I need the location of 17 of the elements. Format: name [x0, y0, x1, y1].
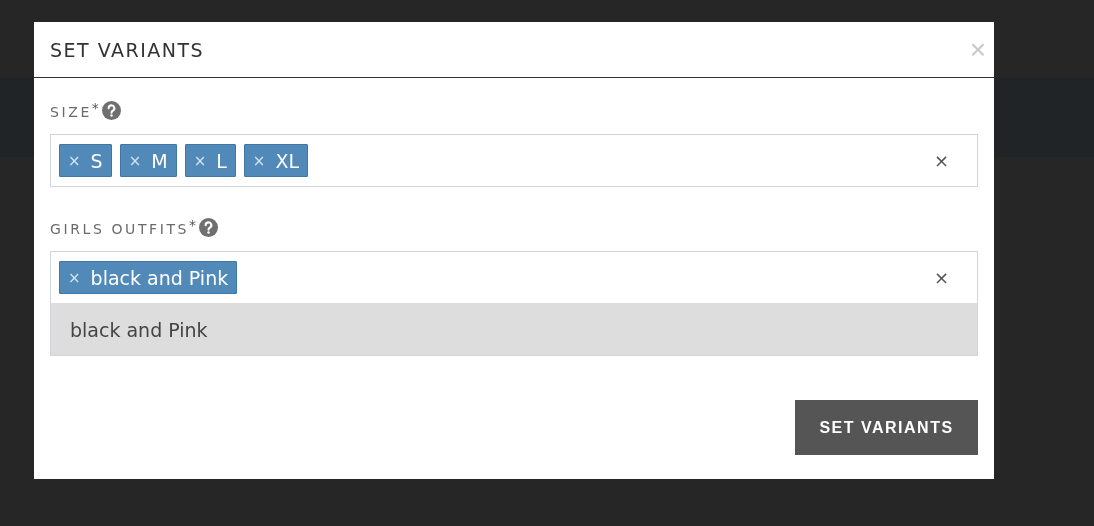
tag-label: L: [216, 149, 227, 172]
field-label: GIRLS OUTFITS: [50, 221, 190, 237]
tag-label: XL: [275, 149, 299, 172]
multi-select-field[interactable]: × S × M × L × XL ×: [50, 134, 978, 187]
required-mark: *: [189, 217, 197, 233]
tag-label: black and Pink: [90, 266, 229, 289]
clear-button[interactable]: ×: [933, 267, 949, 288]
tag-label: S: [90, 149, 103, 172]
required-mark: *: [91, 100, 99, 116]
help-icon[interactable]: [101, 101, 121, 120]
set-variants-button[interactable]: SET VARIANTS: [795, 400, 978, 455]
help-icon[interactable]: [199, 218, 219, 237]
tag-label: M: [151, 149, 168, 172]
dropdown-option[interactable]: black and Pink: [51, 304, 977, 355]
field-label: SIZE: [50, 104, 92, 120]
clear-button[interactable]: ×: [933, 150, 949, 171]
modal-title: SET VARIANTS: [50, 38, 205, 61]
